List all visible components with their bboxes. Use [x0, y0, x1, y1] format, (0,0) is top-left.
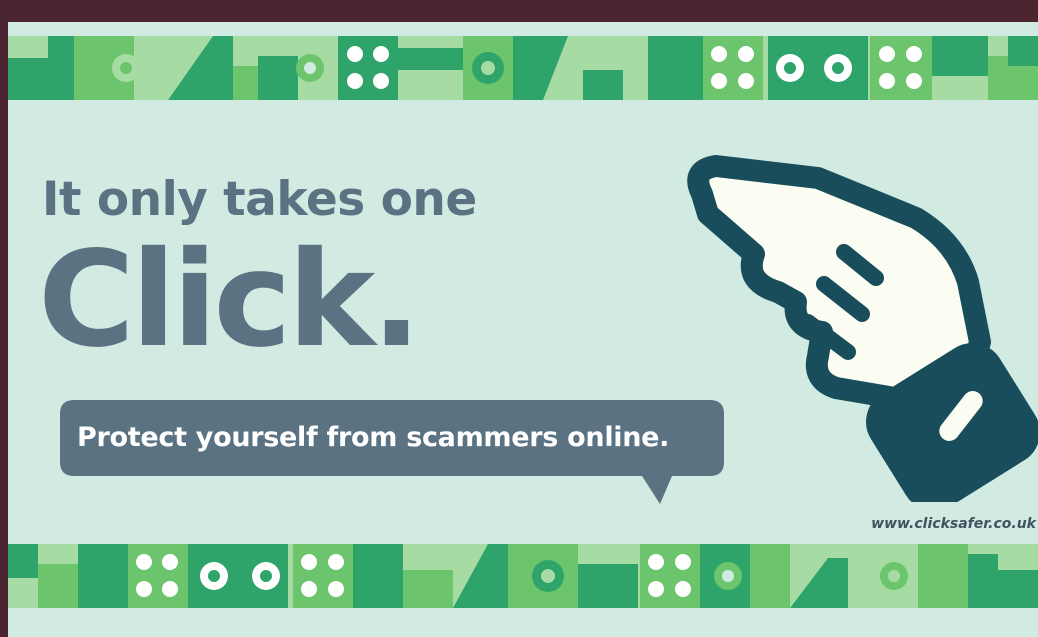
headline-line-1: It only takes one — [42, 172, 477, 227]
speech-bubble: Protect yourself from scammers online. — [60, 400, 740, 510]
headline-line-2: Click. — [38, 223, 422, 377]
decorative-pattern-strip-top — [8, 36, 1038, 100]
website-url[interactable]: www.clicksafer.co.uk — [871, 516, 1036, 532]
decorative-pattern-strip-bottom — [8, 544, 1038, 608]
pointing-hand-icon — [687, 155, 1038, 502]
tagline-text: Protect yourself from scammers online. — [77, 422, 670, 453]
advert-banner: It only takes one Click. Protect yoursel… — [8, 22, 1038, 637]
